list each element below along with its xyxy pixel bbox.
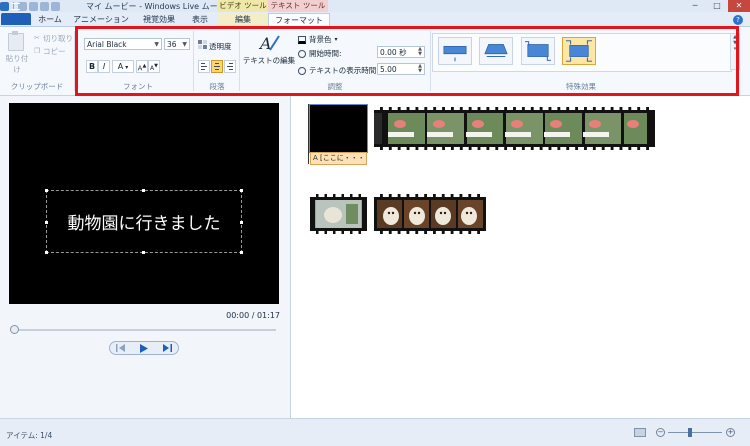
next-frame-icon: [162, 344, 172, 352]
previous-frame-button[interactable]: [115, 343, 127, 353]
cut-label: 切り取り: [43, 34, 73, 43]
zoom-out-button[interactable]: −: [656, 428, 665, 437]
app-menu-button[interactable]: [1, 13, 31, 25]
flamingo-frames-art: [388, 120, 639, 137]
close-button[interactable]: ✕: [728, 0, 750, 12]
seek-thumb[interactable]: [10, 325, 19, 334]
play-icon: [140, 343, 149, 353]
copy-button[interactable]: ❐ コピー: [34, 46, 66, 57]
animal-frame-art: [316, 200, 361, 228]
playhead[interactable]: [308, 104, 309, 164]
cut-button[interactable]: ✂ 切り取り: [34, 33, 73, 44]
copy-icon: ❐: [34, 47, 41, 55]
previous-frame-icon: [116, 344, 126, 352]
tab-edit[interactable]: 編集: [218, 13, 268, 26]
context-text-tools: テキスト ツール: [268, 0, 328, 12]
zoom-in-button[interactable]: +: [726, 428, 735, 437]
playback-controls: [109, 341, 179, 355]
scissors-icon: ✂: [34, 34, 40, 42]
minimize-button[interactable]: ─: [684, 0, 706, 12]
clipboard-group-label: クリップボード: [10, 82, 64, 91]
zoom-thumb[interactable]: [688, 428, 692, 437]
redo-icon[interactable]: [40, 1, 49, 11]
quick-access-toolbar: [0, 0, 60, 12]
caption-clip[interactable]: A [ここに・・・: [310, 152, 367, 165]
context-video-tools: ビデオ ツール: [218, 0, 268, 12]
seek-bar[interactable]: [10, 329, 276, 331]
item-count: アイテム: 1/4: [6, 431, 53, 440]
undo-icon[interactable]: [29, 1, 38, 11]
tab-animation[interactable]: アニメーション: [70, 13, 132, 26]
help-icon[interactable]: ?: [733, 15, 743, 25]
app-icon[interactable]: [0, 1, 9, 11]
paste-icon[interactable]: [8, 33, 24, 51]
play-button[interactable]: [138, 343, 150, 353]
next-frame-button[interactable]: [161, 343, 173, 353]
window-controls: ─ □ ✕: [684, 0, 750, 12]
tab-home[interactable]: ホーム: [32, 13, 68, 26]
highlight-box: [75, 26, 739, 96]
paste-button[interactable]: 貼り付け: [3, 53, 31, 75]
title-clip[interactable]: [309, 104, 368, 153]
zoom-slider[interactable]: [668, 432, 722, 433]
clipboard-clip-icon: [12, 31, 18, 35]
menu-icon: [12, 3, 20, 10]
caption-text: 動物園に行きました: [67, 214, 221, 234]
timecode: 00:00 / 01:17: [226, 311, 280, 320]
customize-qat-icon[interactable]: [51, 1, 60, 11]
tab-visual-effects[interactable]: 視覚効果: [134, 13, 184, 26]
copy-label: コピー: [43, 47, 66, 56]
sheep-frames-art: [383, 207, 477, 225]
tab-view[interactable]: 表示: [186, 13, 214, 26]
thumbnail-size-icon[interactable]: [634, 428, 646, 437]
maximize-button[interactable]: □: [706, 0, 728, 12]
